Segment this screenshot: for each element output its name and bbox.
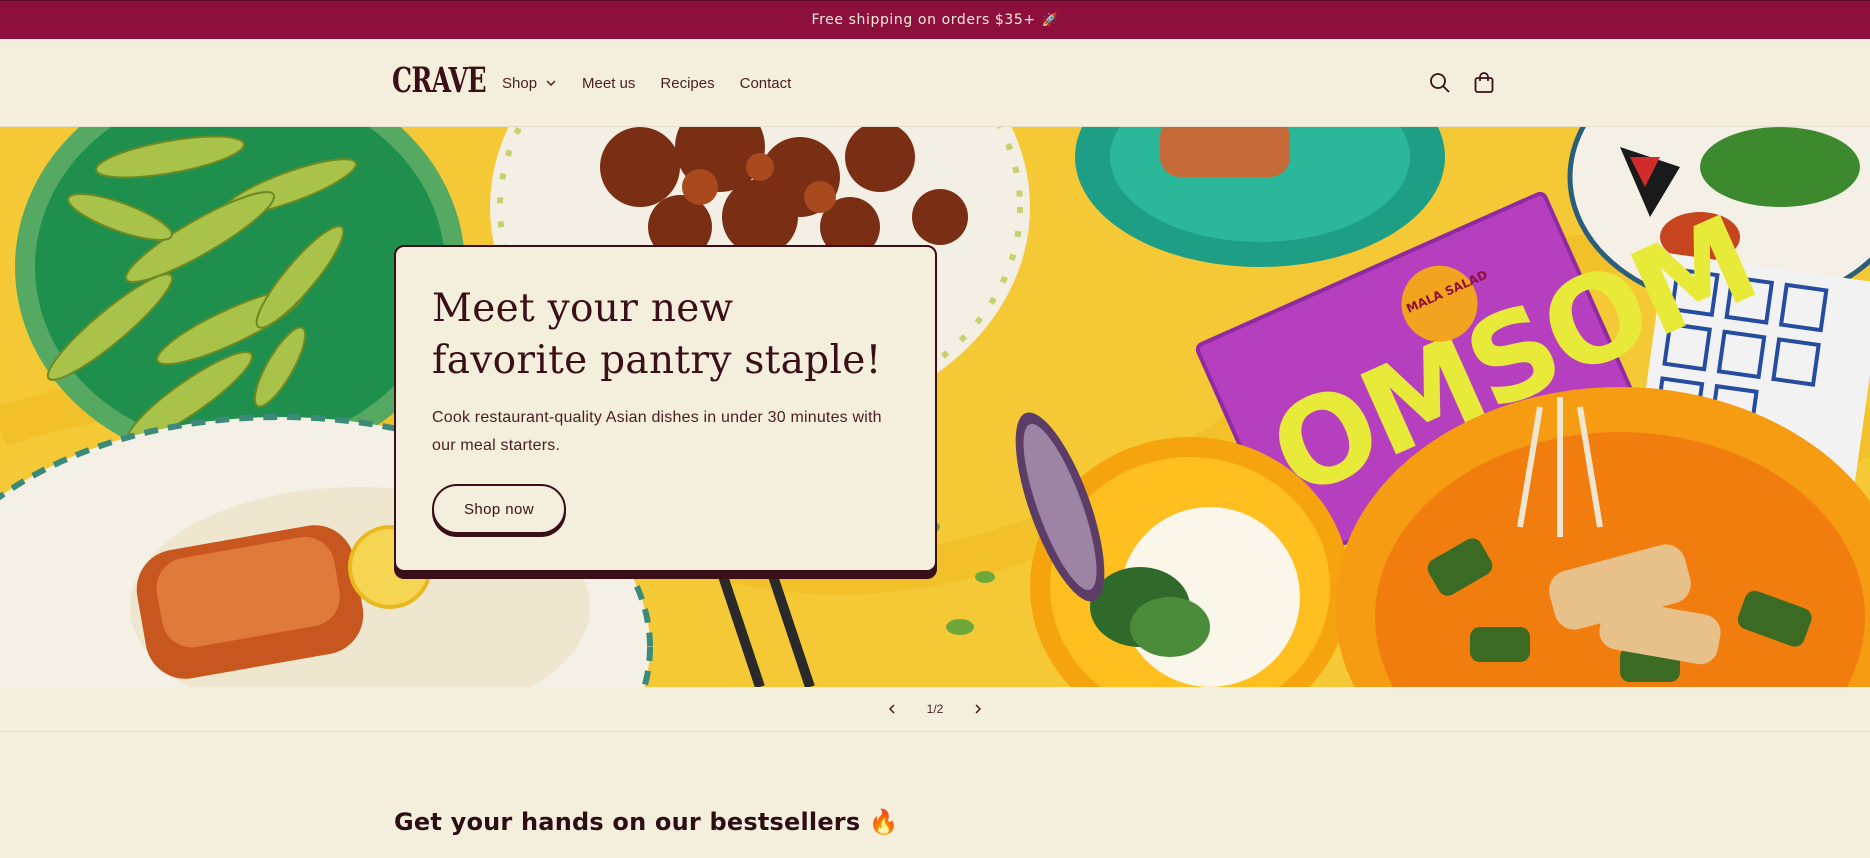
hero-card: Meet your new favorite pantry staple! Co…: [394, 245, 937, 572]
hero-title: Meet your new favorite pantry staple!: [432, 286, 882, 383]
nav-item-label: Shop: [502, 74, 538, 92]
nav-item-label: Contact: [739, 74, 792, 92]
cart-icon[interactable]: [1469, 68, 1499, 98]
nav-item-label: Recipes: [660, 74, 715, 92]
bestsellers-title: Get your hands on our bestsellers: [394, 808, 861, 836]
nav-item-meet-us[interactable]: Meet us: [582, 75, 635, 92]
site-header: CRAVE Shop Meet us Recipes Contact: [0, 39, 1870, 127]
nav-item-shop[interactable]: Shop: [502, 75, 557, 92]
hero-subtitle: Cook restaurant-quality Asian dishes in …: [432, 409, 882, 454]
hero-slideshow: OMSOM MALA SALAD Meet your new favorite …: [0, 127, 1870, 687]
nav-item-label: Meet us: [582, 74, 636, 92]
chevron-left-icon[interactable]: [877, 694, 907, 724]
header-icons: [1425, 68, 1513, 98]
announcement-text: Free shipping on orders $35+: [811, 12, 1036, 28]
announcement-bar: Free shipping on orders $35+ 🚀: [0, 0, 1870, 39]
slideshow-controls: 1/2: [0, 687, 1870, 732]
main-nav: Shop Meet us Recipes Contact: [502, 39, 816, 127]
rocket-icon: 🚀: [1041, 12, 1059, 28]
fire-icon: 🔥: [868, 808, 899, 836]
bestsellers-heading: Get your hands on our bestsellers 🔥: [394, 808, 899, 836]
nav-item-recipes[interactable]: Recipes: [660, 75, 714, 92]
nav-item-contact[interactable]: Contact: [740, 75, 792, 92]
logo[interactable]: CRAVE: [392, 61, 487, 101]
shop-now-button[interactable]: Shop now: [432, 484, 566, 534]
chevron-right-icon[interactable]: [963, 694, 993, 724]
chevron-down-icon: [546, 80, 556, 86]
search-icon[interactable]: [1425, 68, 1455, 98]
slide-counter: 1/2: [926, 702, 944, 716]
